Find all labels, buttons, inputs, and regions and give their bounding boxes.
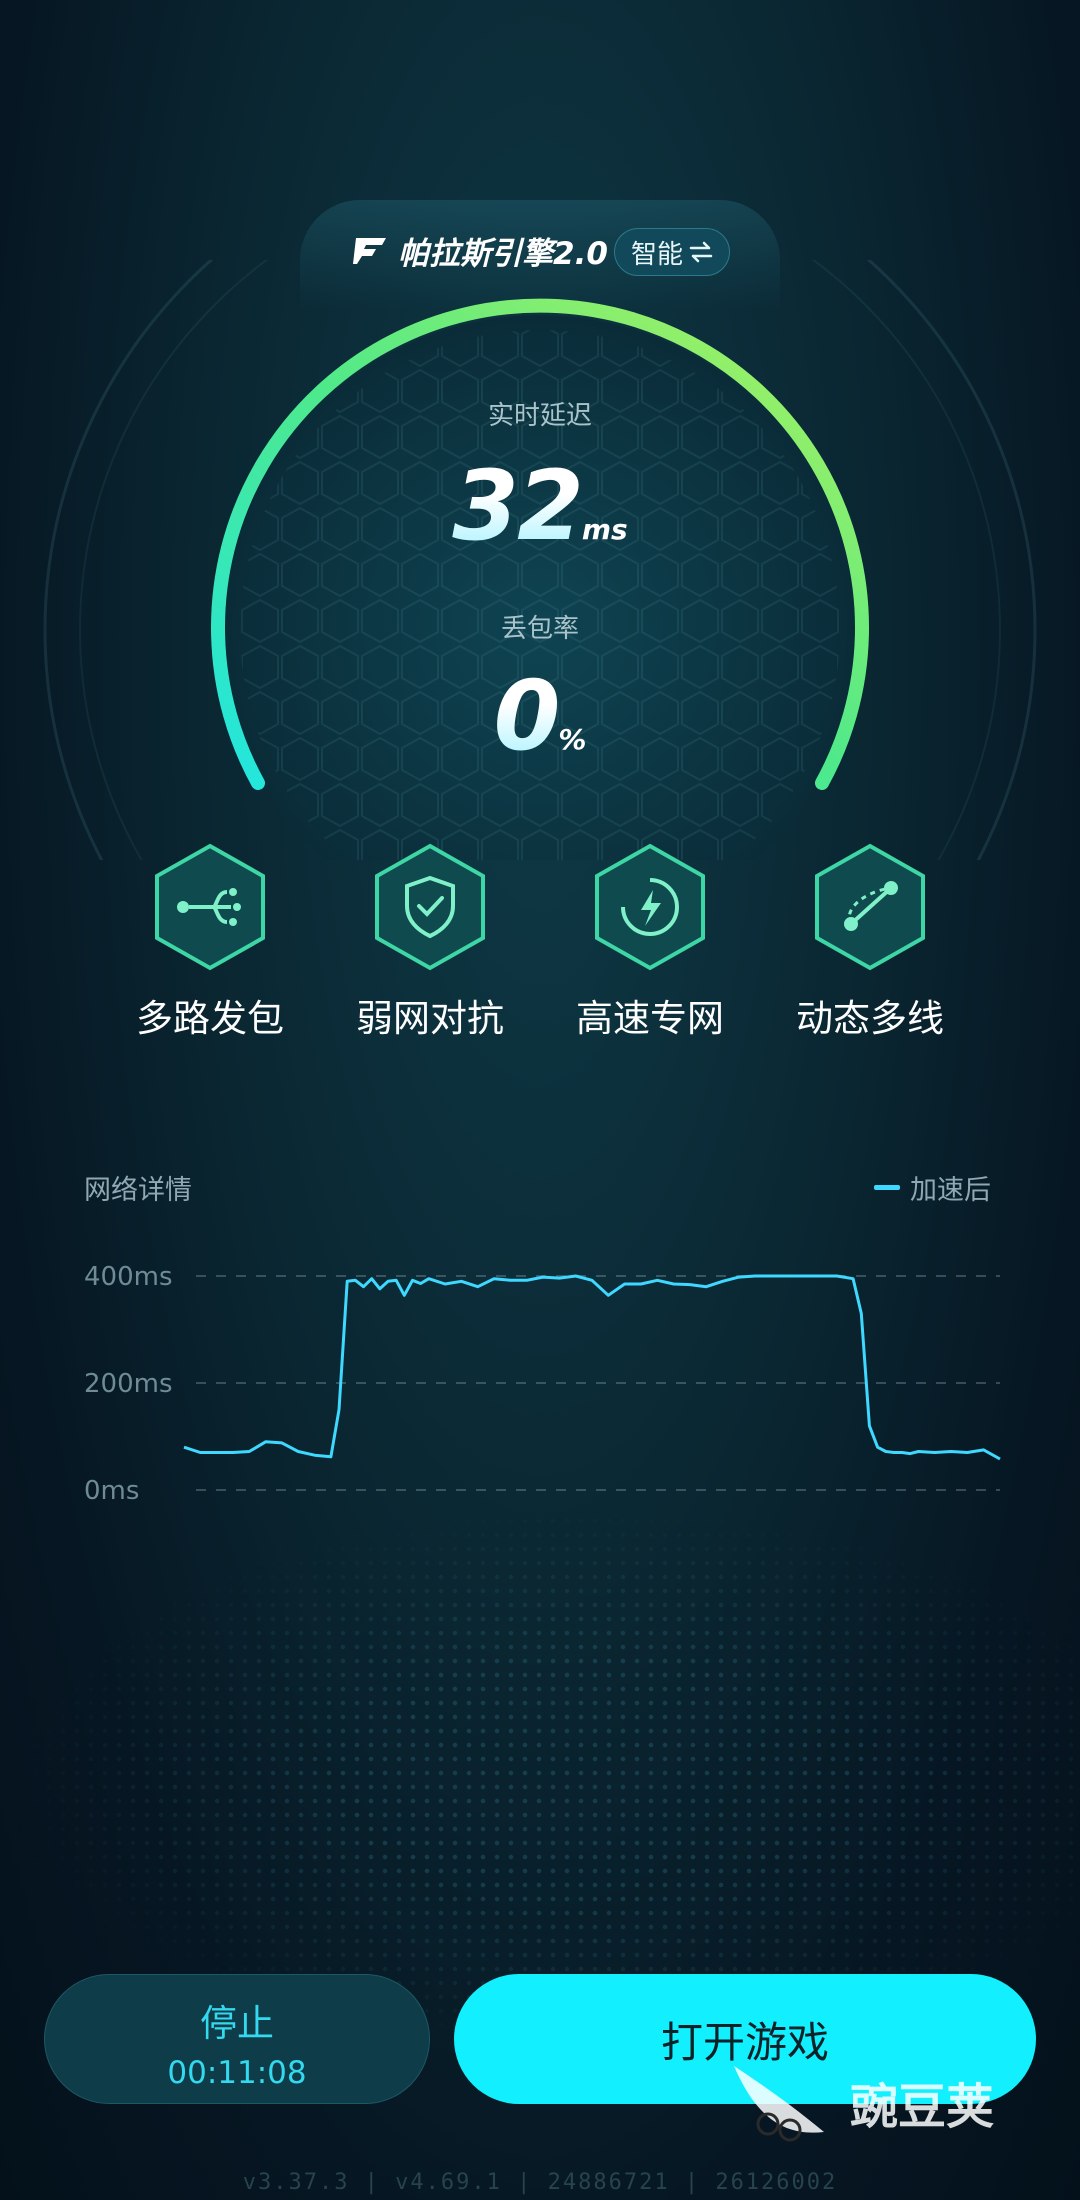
elapsed-time: 00:11:08 bbox=[167, 2055, 307, 2091]
version-info: v3.37.3 | v4.69.1 | 24886721 | 26126002 bbox=[242, 2170, 838, 2195]
feature-multipath[interactable]: 多路发包 bbox=[100, 840, 320, 1042]
stop-button[interactable]: 停止 00:11:08 bbox=[44, 1974, 430, 2104]
stop-label: 停止 bbox=[200, 2002, 274, 2045]
lightning-icon bbox=[595, 843, 705, 971]
watermark-text: 豌豆荚 bbox=[850, 2079, 995, 2135]
legend-label: 加速后 bbox=[910, 1175, 991, 1206]
feature-label: 高速专网 bbox=[576, 997, 724, 1040]
feature-label: 弱网对抗 bbox=[356, 997, 504, 1040]
feature-label: 动态多线 bbox=[796, 997, 944, 1040]
packet-loss-value: 0% bbox=[340, 660, 740, 772]
y-tick-label: 200ms bbox=[84, 1369, 173, 1399]
packet-loss-unit: % bbox=[558, 723, 587, 756]
multipath-icon bbox=[155, 843, 265, 971]
open-game-label: 打开游戏 bbox=[660, 2017, 829, 2067]
latency-chart: 400ms 200ms 0ms bbox=[84, 1262, 1001, 1506]
feature-label: 多路发包 bbox=[136, 997, 284, 1040]
shield-check-icon bbox=[375, 843, 485, 971]
y-tick-label: 400ms bbox=[84, 1262, 173, 1292]
latency-label: 实时延迟 bbox=[487, 401, 592, 431]
feature-weak-network[interactable]: 弱网对抗 bbox=[320, 840, 540, 1042]
feature-high-speed-network[interactable]: 高速专网 bbox=[540, 840, 760, 1042]
latency-unit: ms bbox=[581, 513, 628, 546]
latency-value: 32ms bbox=[340, 450, 740, 562]
packet-loss-number: 0 bbox=[493, 660, 561, 772]
chart-legend: 加速后 bbox=[874, 1168, 991, 1207]
latency-number: 32 bbox=[452, 450, 584, 562]
series-line-after-acceleration bbox=[183, 1274, 1001, 1461]
packet-loss-label: 丢包率 bbox=[500, 614, 579, 644]
y-tick-label: 0ms bbox=[84, 1476, 139, 1506]
network-details-title: 网络详情 bbox=[84, 1175, 192, 1206]
feature-dynamic-multiline[interactable]: 动态多线 bbox=[760, 840, 980, 1042]
dynamic-route-icon bbox=[815, 843, 925, 971]
watermark: 豌豆荚 bbox=[728, 2062, 994, 2142]
legend-swatch bbox=[874, 1185, 900, 1190]
pea-pod-logo-icon bbox=[734, 2066, 824, 2142]
